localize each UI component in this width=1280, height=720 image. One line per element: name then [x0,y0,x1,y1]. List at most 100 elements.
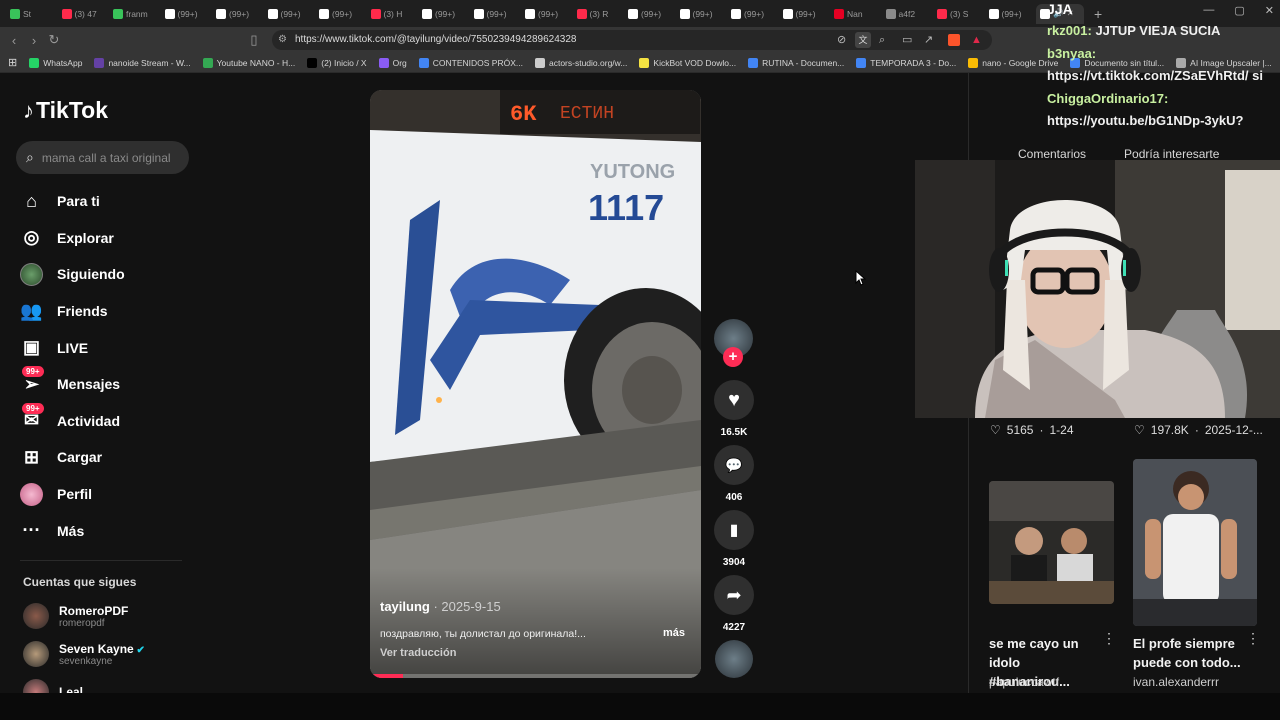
url-field[interactable]: ⚙ https://www.tiktok.com/@tayilung/video… [272,30,992,50]
browser-tab[interactable]: (99+) [470,4,522,24]
more-options-icon[interactable]: ⋮ [1102,630,1116,647]
browser-tab[interactable]: (99+) [779,4,831,24]
sidebar-item-actividad[interactable]: ✉ Actividad 99+ [20,402,125,440]
see-translation-button[interactable]: Ver traducción [380,647,456,659]
close-window-icon[interactable]: ✕ [1265,4,1274,17]
sidebar-item-siguiendo[interactable]: Siguiendo [20,256,125,293]
save-action[interactable]: ▮ 3904 [713,510,755,568]
music-disc-avatar[interactable] [715,640,753,678]
notification-badge: 99+ [22,402,44,414]
forward-icon[interactable]: › [24,33,44,48]
related-video-author-2[interactable]: ivan.alexanderrr [1133,675,1219,689]
sidebar-item-perfil[interactable]: Perfil [20,476,125,513]
cast-icon[interactable]: ▭ [902,30,912,50]
bookmark-page-icon[interactable]: ▯ [244,32,264,48]
rewards-icon[interactable]: ▲ [971,30,982,50]
no-track-icon[interactable]: ⊘ [837,30,846,50]
comment-action[interactable]: 💬 406 [713,445,755,503]
share-action[interactable]: ➦ 4227 [713,575,755,633]
video-caption: поздравляю, ты долистал до оригинала!... [380,628,586,640]
caption-more-button[interactable]: más [663,627,685,639]
tab-label: St [23,8,32,19]
browser-tab[interactable]: (99+) [985,4,1037,24]
tab-label: (99+) [795,8,816,19]
browser-tab[interactable]: (99+) [212,4,264,24]
like-action[interactable]: ♥ 16.5K [713,380,755,438]
related-video-author-1[interactable]: papuluccawtf [989,675,1059,689]
apps-icon[interactable]: ⊞ [8,56,17,69]
browser-tab[interactable]: (99+) [727,4,779,24]
bookmark-item[interactable]: nano - Google Drive [968,57,1058,68]
browser-tab[interactable]: Nan [830,4,882,24]
bookmark-item[interactable]: KickBot VOD Dowlo... [639,57,736,68]
tab-favicon-icon [216,8,226,19]
video-author-name[interactable]: tayilung [380,599,430,614]
share-icon[interactable]: ↗ [924,30,933,50]
browser-tab[interactable]: (3) 47 [58,4,110,24]
browser-tab[interactable]: (3) R [573,4,625,24]
tiktok-note-icon: ♪ [23,97,34,123]
chat-messages: rkz001: JJTUP VIEJA SUCIA b3nyaa: https:/… [1047,20,1280,133]
related-video-thumb-1[interactable] [989,481,1114,604]
related-video-thumb-2[interactable] [1133,459,1257,626]
sidebar-item-cargar[interactable]: ⊞ Cargar [20,439,125,476]
account-name: Seven Kayne [59,641,134,656]
sidebar-item-mensajes[interactable]: ➢ Mensajes 99+ [20,365,125,403]
sidebar-item-friends[interactable]: 👥 Friends [20,293,125,330]
tab-comments[interactable]: Comentarios [1018,147,1086,161]
brave-shield-icon[interactable] [948,34,960,46]
search-input[interactable]: ⌕ mama call a taxi original [16,141,189,174]
browser-tab[interactable]: (3) H [367,4,419,24]
browser-tab[interactable]: (99+) [676,4,728,24]
video-player[interactable]: 6K ЕСТИН YUTONG 1117 tayilung · 2025-9-1… [370,90,701,678]
followed-account[interactable]: Seven Kayne ✔ sevenkayne [23,641,145,667]
browser-tab[interactable]: (99+) [521,4,573,24]
tab-favicon-icon [422,8,432,19]
video-progress-bar[interactable] [370,674,701,678]
related-video-title-2[interactable]: El profe siempre puede con todo... [1133,634,1243,672]
bookmark-item[interactable]: WhatsApp [29,57,83,68]
bookmark-item[interactable]: Org [378,57,407,68]
reload-icon[interactable]: ↻ [44,32,64,48]
bookmark-item[interactable]: CONTENIDOS PRÓX... [418,57,523,68]
followed-account[interactable]: RomeroPDF romeropdf [23,603,128,629]
browser-tab[interactable]: St [6,4,58,24]
bookmark-label: Youtube NANO - H... [216,57,296,68]
browser-tab[interactable]: franm [109,4,161,24]
maximize-icon[interactable]: ▢ [1234,4,1244,17]
tab-favicon-icon [525,8,535,19]
sidebar-item-m-s[interactable]: ··· Más [20,512,125,549]
zoom-icon[interactable]: ⌕ [879,30,885,50]
browser-tab[interactable]: (3) S [933,4,985,24]
sidebar-item-live[interactable]: ▣ LIVE [20,329,125,366]
tab-related[interactable]: Podría interesarte [1124,147,1219,161]
chat-text: JJTUP VIEJA SUCIA [1095,23,1221,38]
tiktok-logo[interactable]: ♪ TikTok [23,97,108,124]
follow-plus-button[interactable]: + [723,347,743,367]
minimize-icon[interactable]: — [1203,4,1214,17]
back-icon[interactable]: ‹ [4,33,24,48]
bookmark-item[interactable]: TEMPORADA 3 - Do... [856,57,956,68]
translate-icon[interactable]: 文 [855,32,871,48]
browser-tab[interactable]: a4f2 [882,4,934,24]
tab-favicon-icon [576,8,587,19]
tab-label: (3) H [383,8,403,19]
browser-tab[interactable]: (99+) [624,4,676,24]
sidebar-item-label: Actividad [57,412,121,429]
sidebar-item-para-ti[interactable]: ⌂ Para ti [20,183,125,220]
bookmark-item[interactable]: nanoide Stream - W... [94,57,191,68]
bookmark-item[interactable]: Youtube NANO - H... [202,57,296,68]
bookmark-item[interactable]: RUTINA - Documen... [748,57,844,68]
browser-tab[interactable]: (99+) [161,4,213,24]
sidebar-item-explorar[interactable]: ◎ Explorar [20,220,125,257]
browser-tab[interactable]: (99+) [315,4,367,24]
bookmark-item[interactable]: actors-studio.org/w... [534,57,627,68]
browser-tab[interactable]: (99+) [418,4,470,24]
browser-tab[interactable]: (99+) [264,4,316,24]
site-info-icon[interactable]: ⚙ [278,30,287,50]
bookmark-item[interactable]: (2) Inicio / X [307,57,367,68]
chat-text: https://youtu.be/bG1NDp-3ykU? [1047,113,1244,128]
bookmark-label: WhatsApp [43,57,83,68]
more-options-icon[interactable]: ⋮ [1246,630,1260,647]
video-author[interactable]: tayilung · 2025-9-15 [380,599,501,614]
